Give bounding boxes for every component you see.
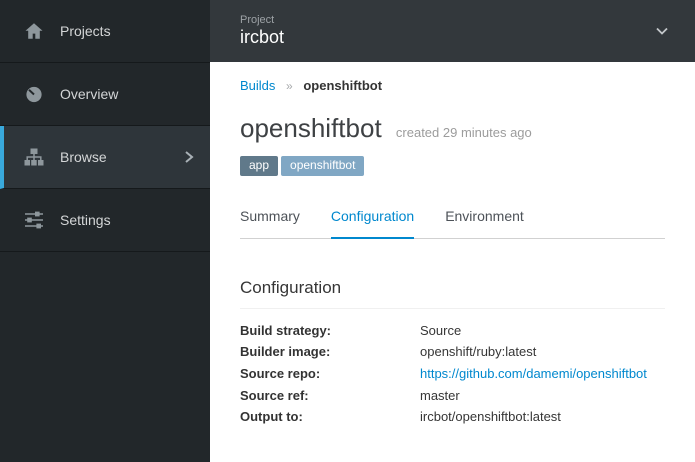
config-row-value: openshift/ruby:latest [420, 344, 537, 360]
resource-labels: app openshiftbot [240, 155, 665, 176]
page-title-text: openshiftbot [240, 113, 382, 143]
tab-summary[interactable]: Summary [240, 208, 300, 238]
configuration-details: Build strategy: Source Builder image: op… [240, 320, 665, 428]
tachometer-icon [23, 83, 45, 105]
tab-environment[interactable]: Environment [445, 208, 524, 238]
config-row-value: https://github.com/damemi/openshiftbot [420, 363, 647, 385]
config-row-label: Source repo: [240, 365, 321, 381]
tab-bar: Summary Configuration Environment [240, 208, 665, 239]
config-row-builder-image: Builder image: openshift/ruby:latest [240, 341, 665, 363]
source-repo-link[interactable]: https://github.com/damemi/openshiftbot [420, 366, 647, 381]
config-row-value: ircbot/openshiftbot:latest [420, 409, 561, 425]
sidebar-item-label: Projects [60, 23, 111, 39]
config-row-build-strategy: Build strategy: Source [240, 320, 665, 342]
sidebar-item-projects[interactable]: Projects [0, 0, 210, 63]
home-icon [23, 20, 45, 42]
sliders-icon [23, 209, 45, 231]
chevron-right-icon [182, 149, 196, 165]
config-row-value: master [420, 387, 460, 403]
config-row-label: Builder image: [240, 344, 331, 360]
project-context-label: Project [240, 14, 275, 27]
sidebar-item-browse[interactable]: Browse [0, 126, 210, 189]
sidebar-item-label: Browse [60, 149, 107, 165]
breadcrumb: Builds » openshiftbot [240, 78, 665, 93]
project-name: ircbot [240, 27, 285, 48]
breadcrumb-separator: » [286, 79, 293, 93]
sidebar: Projects Overview Browse Settings [0, 0, 210, 462]
config-row-label: Build strategy: [240, 322, 332, 338]
config-row-output-to: Output to: ircbot/openshiftbot:latest [240, 406, 665, 428]
tab-configuration[interactable]: Configuration [330, 208, 415, 239]
sitemap-icon [23, 146, 45, 168]
config-row-source-repo: Source repo: https://github.com/damemi/o… [240, 363, 665, 385]
chevron-down-icon[interactable] [653, 23, 671, 39]
sidebar-nav: Projects Overview Browse Settings [0, 0, 210, 252]
sidebar-item-label: Overview [60, 86, 119, 102]
config-row-label: Source ref: [240, 387, 309, 403]
page-title: openshiftbot created 29 minutes ago [240, 114, 665, 143]
breadcrumb-link-builds[interactable]: Builds [240, 78, 275, 93]
label-key-badge: app [240, 155, 279, 176]
breadcrumb-current: openshiftbot [303, 78, 383, 93]
created-timestamp: created 29 minutes ago [395, 125, 532, 140]
sidebar-item-settings[interactable]: Settings [0, 189, 210, 252]
config-row-value: Source [420, 322, 462, 338]
section-heading: Configuration [240, 278, 665, 309]
sidebar-item-label: Settings [60, 212, 111, 228]
config-row-label: Output to: [240, 409, 303, 425]
config-row-source-ref: Source ref: master [240, 385, 665, 407]
app-window: Projects Overview Browse Settings Projec… [0, 0, 695, 462]
main-content: Builds » openshiftbot openshiftbot creat… [210, 62, 695, 462]
project-selector-text: Project ircbot [240, 14, 284, 48]
label-value-badge: openshiftbot [281, 155, 365, 176]
sidebar-item-overview[interactable]: Overview [0, 63, 210, 126]
main-column: Project ircbot Builds » openshiftbot ope… [210, 0, 695, 462]
project-selector[interactable]: Project ircbot [210, 0, 695, 62]
